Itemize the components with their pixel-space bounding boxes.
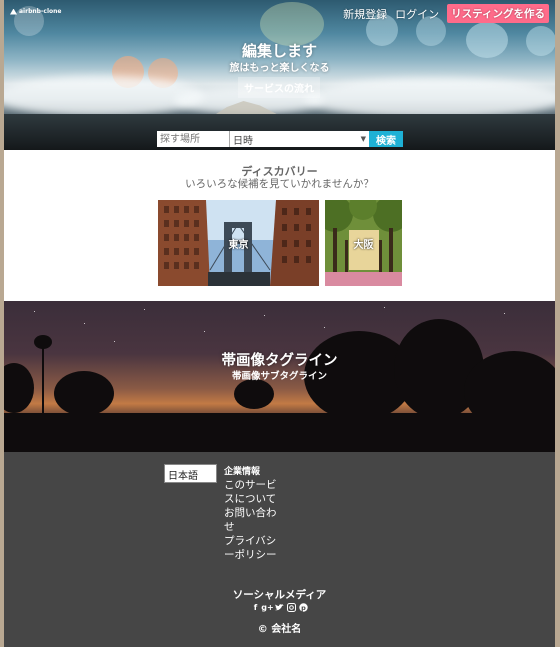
search-button[interactable]: 検索 <box>369 131 403 147</box>
place-search-input[interactable] <box>157 131 229 147</box>
logo-icon <box>10 8 17 15</box>
page: airbnb-clone 新規登録 ログイン リスティングを作る 編集します 旅… <box>4 0 555 647</box>
privacy-policy-link[interactable]: プライバシーポリシー <box>224 534 280 562</box>
top-nav: 新規登録 ログイン リスティングを作る <box>343 4 549 23</box>
chevron-down-icon: ▼ <box>360 135 366 143</box>
facebook-icon[interactable]: f <box>251 603 260 612</box>
tree-silhouette <box>34 335 52 349</box>
signup-link[interactable]: 新規登録 <box>343 6 387 22</box>
google-plus-icon[interactable]: g+ <box>261 603 273 612</box>
hero-title: 編集します <box>241 42 317 60</box>
date-select-label: 日時 <box>233 135 253 147</box>
search-bar: 日時 ▼ 検索 <box>157 131 403 147</box>
pinterest-icon[interactable]: p <box>299 603 308 612</box>
login-link[interactable]: ログイン <box>395 6 439 22</box>
copyright: © 会社名 <box>257 624 302 635</box>
city-card-label: 大阪 <box>353 240 374 251</box>
contact-link[interactable]: お問い合わせ <box>224 506 280 534</box>
cloud <box>304 78 555 118</box>
company-info-heading: 企業情報 <box>224 467 261 477</box>
city-card-label: 東京 <box>228 240 249 251</box>
banner-title: 帯画像タグライン <box>221 353 338 369</box>
tree-silhouette <box>234 379 274 409</box>
about-service-link[interactable]: このサービスについて <box>224 478 280 506</box>
twitter-icon[interactable] <box>275 603 284 612</box>
city-card-osaka[interactable]: 大阪 <box>325 200 402 286</box>
how-it-works-button[interactable]: サービスの流れ <box>238 77 320 98</box>
social-icons: f g+ p <box>4 603 555 612</box>
cloud <box>4 76 204 116</box>
logo-text: airbnb-clone <box>19 8 62 15</box>
company-links: このサービスについて お問い合わせ プライバシーポリシー <box>224 478 280 562</box>
social-media-heading: ソーシャルメディア <box>232 589 327 601</box>
tagline-banner: 帯画像タグライン 帯画像サブタグライン <box>4 301 555 452</box>
svg-text:p: p <box>301 604 306 612</box>
date-select[interactable]: 日時 ▼ <box>229 131 369 147</box>
banner-subtitle: 帯画像サブタグライン <box>231 371 327 382</box>
discovery-section: ディスカバリー いろいろな候補を見ていかれませんか？ 東京 大阪 <box>4 150 555 301</box>
create-listing-button[interactable]: リスティングを作る <box>447 4 549 23</box>
ground-silhouette <box>4 413 555 452</box>
language-select[interactable]: 日本語 <box>164 464 217 483</box>
instagram-icon[interactable] <box>287 603 296 612</box>
city-card-tokyo[interactable]: 東京 <box>158 200 319 286</box>
discovery-subtitle: いろいろな候補を見ていかれませんか？ <box>185 178 374 190</box>
hero-subtitle: 旅はもっと楽しくなる <box>229 63 330 74</box>
site-logo[interactable]: airbnb-clone <box>10 8 62 15</box>
hero-section: airbnb-clone 新規登録 ログイン リスティングを作る 編集します 旅… <box>4 0 555 150</box>
footer: 日本語 企業情報 このサービスについて お問い合わせ プライバシーポリシー ソー… <box>4 452 555 647</box>
